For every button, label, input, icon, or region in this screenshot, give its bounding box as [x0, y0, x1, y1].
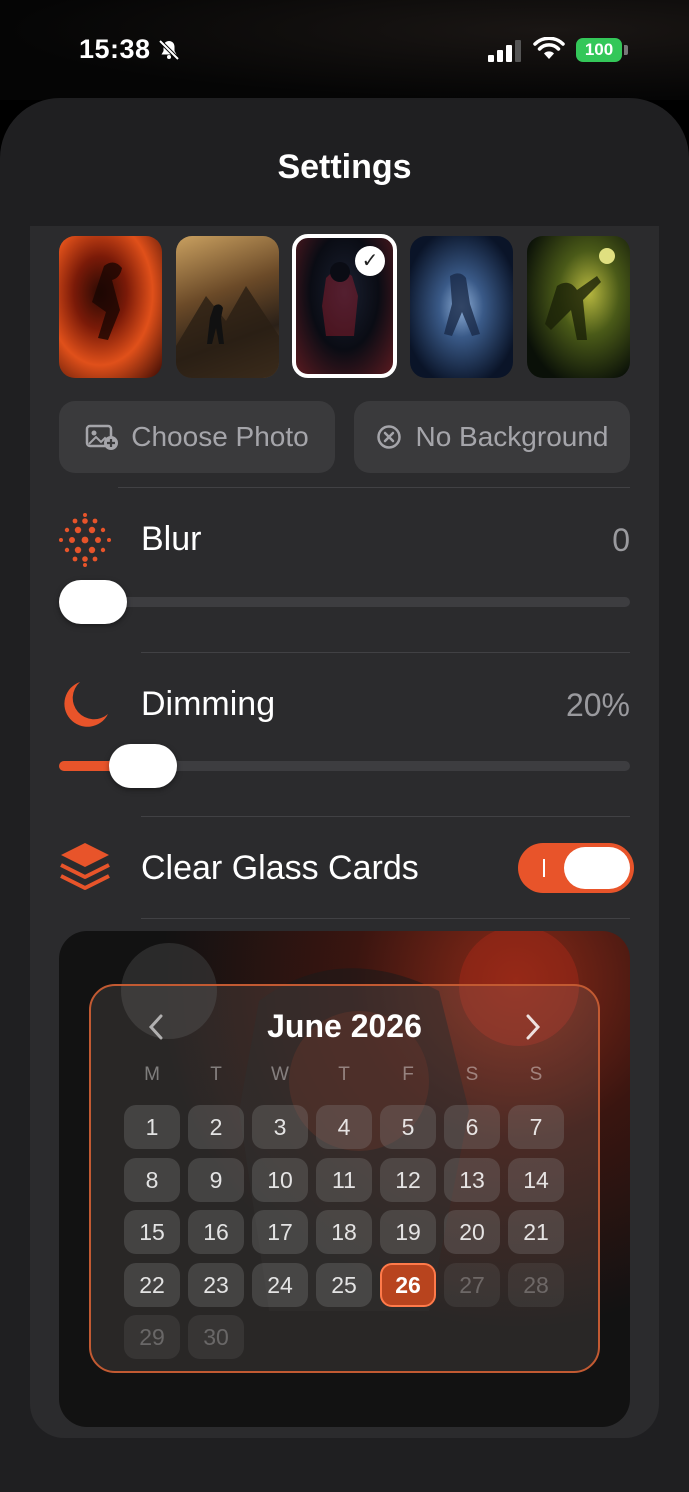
blur-dots-icon [59, 513, 111, 567]
calendar-day[interactable]: 8 [124, 1157, 180, 1202]
weekday-label: T [338, 1064, 350, 1085]
weekday-label: S [465, 1064, 479, 1085]
calendar-day[interactable]: 19 [380, 1210, 436, 1254]
layers-icon [60, 843, 110, 890]
calendar-day[interactable]: 20 [444, 1210, 500, 1254]
divider [141, 816, 630, 817]
status-time: 15:38 [79, 34, 151, 64]
selected-check-icon: ✓ [355, 246, 385, 276]
calendar-day[interactable]: 30 [188, 1315, 244, 1359]
calendar-day[interactable]: 24 [252, 1262, 308, 1307]
calendar-day[interactable]: 21 [508, 1210, 564, 1254]
calendar-day[interactable]: 12 [380, 1157, 436, 1202]
signal-icon [488, 40, 521, 62]
blur-value: 0 [612, 522, 630, 558]
blur-slider-knob[interactable] [59, 580, 127, 624]
calendar-day[interactable]: 7 [508, 1105, 564, 1149]
calendar-day[interactable]: 3 [252, 1105, 308, 1149]
calendar-day[interactable]: 13 [444, 1157, 500, 1202]
calendar-day[interactable]: 25 [316, 1262, 372, 1307]
calendar-day[interactable]: 29 [124, 1315, 180, 1359]
calendar-day[interactable]: 9 [188, 1157, 244, 1202]
calendar-month: June 2026 [267, 1008, 422, 1044]
divider [118, 487, 630, 488]
no-background-button[interactable]: No Background [354, 401, 630, 473]
calendar-day[interactable]: 14 [508, 1157, 564, 1202]
calendar-day[interactable]: 28 [508, 1262, 564, 1307]
calendar-day[interactable]: 1 [124, 1105, 180, 1149]
weekday-label: F [402, 1064, 414, 1085]
calendar-day[interactable]: 16 [188, 1210, 244, 1254]
dimming-slider-knob[interactable] [109, 744, 178, 788]
page-title: Settings [277, 148, 412, 186]
battery-nub [624, 45, 628, 55]
clear-glass-label: Clear Glass Cards [141, 849, 419, 887]
calendar-day[interactable]: 6 [444, 1105, 500, 1149]
no-background-label: No Background [415, 421, 609, 452]
calendar-day-today[interactable]: 26 [380, 1262, 436, 1307]
choose-photo-button[interactable]: Choose Photo [59, 401, 335, 473]
background-thumb-tennis[interactable] [410, 236, 513, 378]
divider [141, 918, 630, 919]
blur-label: Blur [141, 520, 202, 558]
calendar-day[interactable]: 22 [124, 1262, 180, 1307]
wifi-icon [533, 37, 565, 59]
background-thumb-mountain-hiker[interactable] [176, 236, 279, 378]
weekday-label: S [529, 1064, 543, 1085]
moon-icon [64, 682, 108, 727]
choose-photo-label: Choose Photo [131, 421, 309, 452]
toggle-on-mark [543, 859, 545, 877]
calendar-day[interactable]: 23 [188, 1262, 244, 1307]
status-bar: 15:38 100 [0, 0, 689, 100]
background-thumb-fire-runner[interactable] [59, 236, 162, 378]
calendar-day[interactable]: 15 [124, 1210, 180, 1254]
weekday-label: M [144, 1064, 160, 1085]
photo-add-icon [86, 424, 119, 450]
calendar-day[interactable]: 4 [316, 1105, 372, 1149]
chevron-right-icon[interactable] [523, 1012, 543, 1042]
clear-circle-icon [377, 425, 402, 449]
clear-glass-toggle[interactable] [518, 843, 634, 893]
dimming-label: Dimming [141, 685, 276, 723]
calendar-day[interactable]: 2 [188, 1105, 244, 1149]
calendar-day[interactable]: 10 [252, 1157, 308, 1202]
dimming-value: 20% [565, 687, 630, 723]
calendar-day[interactable]: 17 [252, 1210, 308, 1254]
background-thumb-soccer[interactable] [527, 236, 630, 378]
blur-slider-track[interactable] [59, 597, 630, 607]
battery-indicator: 100 [576, 38, 622, 62]
weekday-label: W [271, 1064, 289, 1085]
calendar-day[interactable]: 5 [380, 1105, 436, 1149]
silent-bell-icon [158, 39, 180, 61]
weekday-label: T [210, 1064, 222, 1085]
calendar-day[interactable]: 27 [444, 1262, 500, 1307]
divider [141, 652, 630, 653]
toggle-knob [564, 847, 630, 889]
calendar-day[interactable]: 18 [316, 1210, 372, 1254]
calendar-day[interactable]: 11 [316, 1157, 372, 1202]
